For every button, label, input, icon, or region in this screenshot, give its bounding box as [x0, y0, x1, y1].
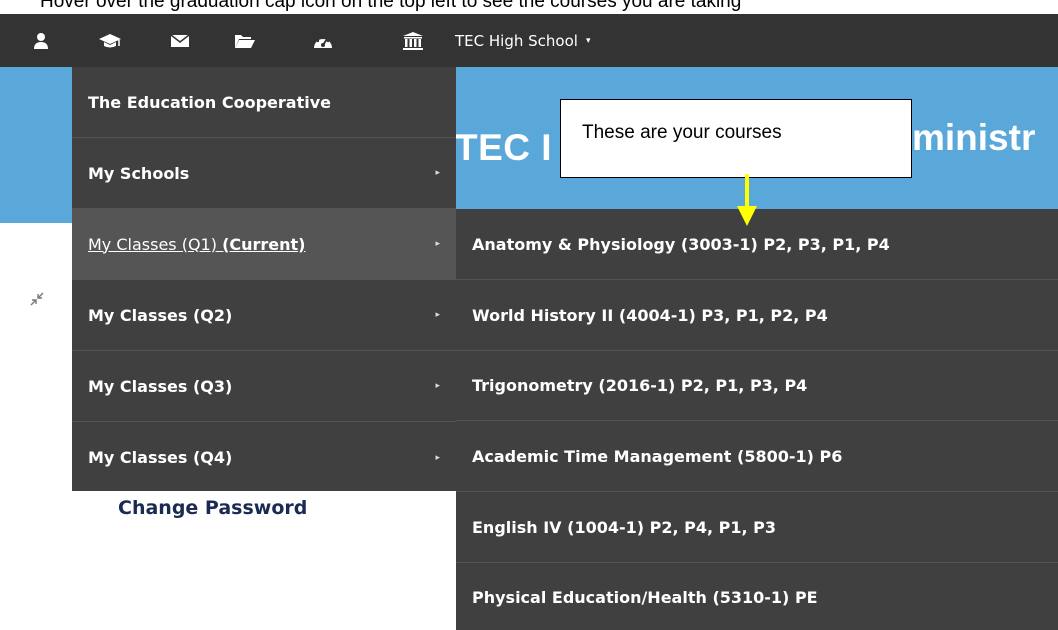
collapse-icon[interactable]	[30, 292, 44, 310]
classes-dropdown-menu: The Education Cooperative My Schools ▸ M…	[72, 67, 456, 491]
dashboard-icon[interactable]	[303, 14, 343, 67]
graduation-cap-icon[interactable]	[90, 14, 130, 67]
chevron-right-icon: ▸	[435, 381, 440, 391]
menu-item-my-classes-q4[interactable]: My Classes (Q4) ▸	[72, 422, 456, 493]
course-item[interactable]: Physical Education/Health (5310-1) PE	[456, 562, 1058, 630]
university-icon[interactable]	[393, 14, 433, 67]
top-navbar: TEC High School ▾	[0, 14, 1058, 67]
banner-title: TEC I	[455, 127, 553, 168]
courses-submenu: Anatomy & Physiology (3003-1) P2, P3, P1…	[456, 209, 1058, 630]
school-switcher[interactable]: TEC High School ▾	[455, 14, 590, 67]
menu-item-label: My Classes (Q3)	[88, 376, 233, 396]
callout-text: These are your courses	[582, 122, 782, 143]
menu-item-education-cooperative[interactable]: The Education Cooperative	[72, 67, 456, 138]
user-icon[interactable]	[24, 14, 58, 67]
menu-item-label: The Education Cooperative	[88, 92, 331, 112]
chevron-right-icon: ▸	[435, 168, 440, 178]
school-switcher-label: TEC High School	[455, 31, 578, 50]
menu-item-my-classes-q1[interactable]: My Classes (Q1) (Current) ▸	[72, 209, 456, 280]
menu-item-label: My Classes (Q4)	[88, 448, 233, 467]
chevron-down-icon: ▾	[585, 35, 591, 46]
course-item[interactable]: English IV (1004-1) P2, P4, P1, P3	[456, 492, 1058, 563]
course-item[interactable]: Trigonometry (2016-1) P2, P1, P3, P4	[456, 350, 1058, 421]
menu-item-my-classes-q2[interactable]: My Classes (Q2) ▸	[72, 280, 456, 351]
instruction-caption-text: Hover over the graduation cap icon on th…	[40, 0, 742, 12]
current-marker: (Current)	[222, 234, 306, 254]
course-item[interactable]: Academic Time Management (5800-1) P6	[456, 421, 1058, 492]
arrow-down-icon	[737, 174, 757, 226]
menu-item-label: My Classes (Q2)	[88, 305, 233, 325]
chevron-right-icon: ▸	[435, 452, 440, 463]
menu-item-my-schools[interactable]: My Schools ▸	[72, 138, 456, 209]
instruction-caption: Hover over the graduation cap icon on th…	[0, 0, 1058, 14]
course-item[interactable]: World History II (4004-1) P3, P1, P2, P4	[456, 280, 1058, 351]
envelope-icon[interactable]	[160, 14, 200, 67]
folder-open-icon[interactable]	[225, 14, 265, 67]
menu-item-label: My Classes (Q1) (Current)	[88, 234, 306, 254]
menu-item-my-classes-q3[interactable]: My Classes (Q3) ▸	[72, 351, 456, 422]
banner-title-tail: ministr	[912, 117, 1036, 158]
chevron-right-icon: ▸	[435, 239, 440, 249]
change-password-link[interactable]: Change Password	[118, 497, 307, 519]
annotation-callout: These are your courses	[560, 99, 912, 178]
chevron-right-icon: ▸	[435, 310, 440, 320]
menu-item-label: My Schools	[88, 163, 190, 183]
